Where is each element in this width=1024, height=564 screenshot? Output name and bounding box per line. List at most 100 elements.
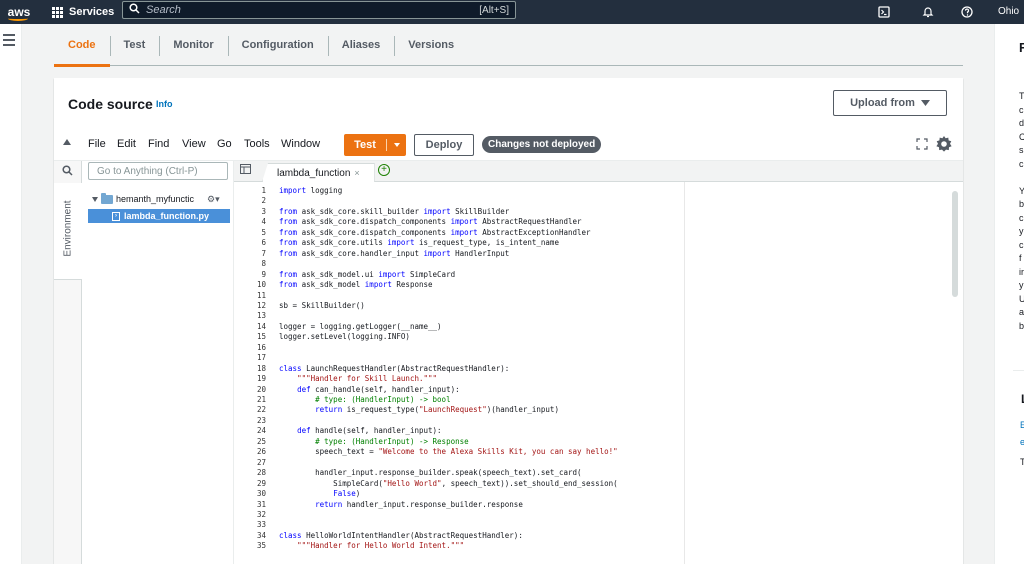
line-number: 27 bbox=[256, 457, 266, 467]
line-number: 17 bbox=[256, 353, 266, 363]
environment-tab[interactable]: Environment bbox=[54, 183, 82, 280]
help-icon[interactable] bbox=[955, 0, 979, 24]
code-line: from ask_sdk_core.handler_input import H… bbox=[279, 248, 510, 258]
collapse-icon[interactable] bbox=[63, 139, 71, 145]
left-rail bbox=[0, 24, 22, 564]
code-line: from ask_sdk_core.skill_builder import S… bbox=[279, 206, 510, 216]
folder-icon bbox=[101, 192, 113, 204]
menu-tools[interactable]: Tools bbox=[244, 138, 270, 150]
code-line: handler_input.response_builder.speak(spe… bbox=[279, 468, 582, 478]
caret-down-icon bbox=[920, 97, 930, 109]
divider bbox=[1013, 370, 1024, 371]
editor-panel-icon[interactable] bbox=[240, 164, 251, 177]
gear-icon[interactable] bbox=[934, 134, 954, 154]
menu-go[interactable]: Go bbox=[217, 138, 232, 150]
menu-edit[interactable]: Edit bbox=[117, 138, 136, 150]
line-number: 14 bbox=[256, 321, 266, 331]
code-line: logger.setLevel(logging.INFO) bbox=[279, 332, 410, 342]
line-number: 28 bbox=[256, 468, 266, 478]
line-number: 12 bbox=[256, 300, 266, 310]
tab-aliases[interactable]: Aliases bbox=[327, 24, 395, 65]
menu-window[interactable]: Window bbox=[281, 138, 320, 150]
tab-versions[interactable]: Versions bbox=[394, 24, 468, 65]
top-navigation: aws Services [Alt+S] Ohio bbox=[0, 0, 1024, 24]
code-line: # type: (HandlerInput) -> bool bbox=[315, 395, 451, 404]
region-selector[interactable]: Ohio bbox=[998, 0, 1019, 24]
editor-tab-lambda-function[interactable]: lambda_function × bbox=[262, 163, 375, 182]
code-editor[interactable]: lambda_function × + 1 2 3 4 5 6 7 8 9 10 11 12 13 14 1… bbox=[234, 161, 963, 564]
hamburger-menu-icon[interactable] bbox=[3, 34, 15, 49]
menu-view[interactable]: View bbox=[182, 138, 206, 150]
chevron-down-icon[interactable] bbox=[92, 196, 98, 202]
editor-tab-bar: lambda_function × + bbox=[234, 161, 963, 182]
tab-configuration[interactable]: Configuration bbox=[227, 24, 328, 65]
tab-monitor[interactable]: Monitor bbox=[159, 24, 227, 65]
code-source-panel: Code source Info Upload from File Edit F… bbox=[54, 78, 963, 564]
aws-logo[interactable]: aws bbox=[0, 0, 38, 24]
help-panel: F T c d C s c Y b c y c f ir y U a b L E… bbox=[994, 24, 1024, 564]
line-number: 4 bbox=[261, 217, 266, 227]
aws-smile-icon bbox=[8, 16, 28, 21]
vertical-scrollbar[interactable] bbox=[952, 191, 958, 297]
file-name: lambda_function.py bbox=[124, 211, 210, 221]
function-tabs: Code Test Monitor Configuration Aliases … bbox=[54, 24, 963, 67]
tab-test[interactable]: Test bbox=[109, 24, 160, 65]
line-number: 25 bbox=[256, 436, 266, 446]
code-line: speech_text = "Welcome to the Alexa Skil… bbox=[279, 447, 618, 457]
code-line: def can_handle(self, handler_input): bbox=[297, 384, 460, 394]
file-tree: Go to Anything (Ctrl-P) hemanth_myfuncti… bbox=[82, 161, 234, 564]
close-icon[interactable]: × bbox=[354, 168, 359, 178]
line-number: 30 bbox=[256, 489, 266, 499]
line-number: 3 bbox=[261, 206, 266, 216]
menu-find[interactable]: Find bbox=[148, 138, 169, 150]
go-to-anything-input[interactable]: Go to Anything (Ctrl-P) bbox=[88, 162, 228, 180]
search-box[interactable]: [Alt+S] bbox=[122, 1, 516, 19]
code-line: # type: (HandlerInput) -> Response bbox=[315, 436, 469, 446]
code-line: class HelloWorldIntentHandler(AbstractRe… bbox=[279, 530, 523, 540]
line-number: 35 bbox=[256, 541, 266, 551]
line-number: 10 bbox=[256, 280, 266, 290]
file-item-lambda-function[interactable]: › lambda_function.py bbox=[88, 209, 230, 223]
line-number: 33 bbox=[256, 520, 266, 530]
tab-code[interactable]: Code bbox=[54, 24, 110, 67]
line-number: 23 bbox=[256, 415, 266, 425]
services-menu-button[interactable]: Services bbox=[48, 0, 122, 24]
code-line: False) bbox=[333, 489, 361, 499]
ide-menubar: File Edit Find View Go Tools Window Test… bbox=[54, 130, 963, 158]
notifications-bell-icon[interactable] bbox=[916, 0, 940, 24]
grid-icon bbox=[52, 6, 63, 18]
line-number: 32 bbox=[256, 509, 266, 519]
code-line: from ask_sdk_core.dispatch_components im… bbox=[279, 227, 591, 237]
line-number: 22 bbox=[256, 405, 266, 415]
code-line: from ask_sdk_model.ui import SimpleCard bbox=[279, 269, 456, 279]
search-icon bbox=[129, 3, 140, 17]
line-number: 20 bbox=[256, 384, 266, 394]
menu-file[interactable]: File bbox=[88, 138, 106, 150]
folder-row[interactable]: hemanth_myfunctic ⚙▾ bbox=[92, 191, 232, 207]
environment-tab-label: Environment bbox=[62, 200, 74, 257]
add-tab-icon[interactable]: + bbox=[378, 164, 390, 176]
code-source-title: Code source bbox=[68, 96, 153, 112]
fullscreen-icon[interactable] bbox=[916, 138, 928, 150]
search-input[interactable] bbox=[146, 4, 480, 16]
search-icon[interactable] bbox=[62, 165, 73, 179]
info-link[interactable]: Info bbox=[156, 99, 173, 109]
folder-gear-icon[interactable]: ⚙▾ bbox=[207, 194, 220, 205]
upload-from-button[interactable]: Upload from bbox=[833, 90, 947, 116]
code-line: logger = logging.getLogger(__name__) bbox=[279, 321, 442, 331]
help-panel-title: F bbox=[1019, 40, 1024, 55]
line-number: 2 bbox=[261, 196, 266, 206]
cloudshell-icon[interactable] bbox=[872, 0, 896, 24]
code-line: return is_request_type("LaunchRequest")(… bbox=[315, 405, 559, 415]
services-label: Services bbox=[69, 6, 115, 18]
test-dropdown-icon[interactable] bbox=[387, 143, 406, 147]
code-line: sb = SkillBuilder() bbox=[279, 300, 365, 310]
code-content[interactable]: import logging from ask_sdk_core.skill_bu… bbox=[279, 182, 909, 564]
line-number: 21 bbox=[256, 395, 266, 404]
deploy-button[interactable]: Deploy bbox=[414, 134, 474, 156]
test-button[interactable]: Test bbox=[344, 134, 406, 156]
status-badge: Changes not deployed bbox=[482, 136, 602, 153]
learn-more-links[interactable]: E e bbox=[1020, 417, 1024, 451]
code-line: class LaunchRequestHandler(AbstractReque… bbox=[279, 363, 510, 373]
learn-more-text: T bbox=[1020, 457, 1024, 467]
